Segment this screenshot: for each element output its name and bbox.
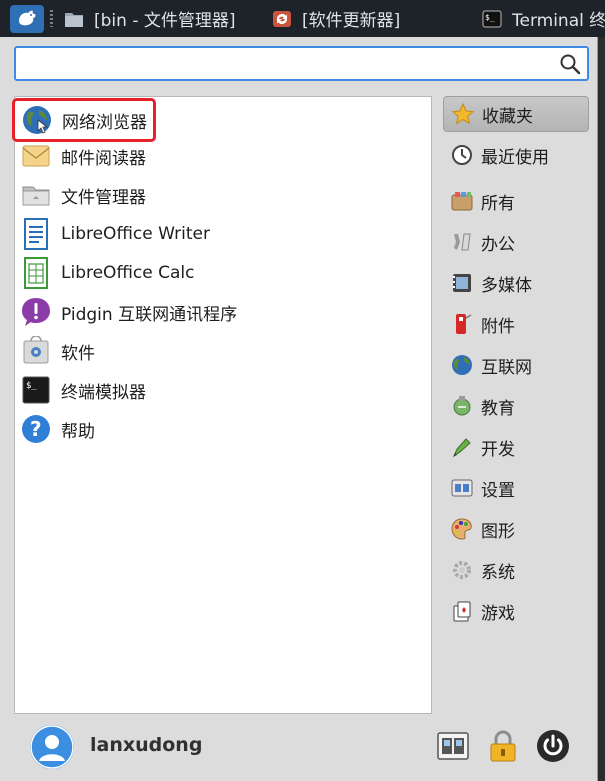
taskbar-item-label: [软件更新器] <box>302 11 401 31</box>
logout-button[interactable] <box>536 729 570 763</box>
category-label: 收藏夹 <box>482 106 533 127</box>
settings-icon <box>449 475 475 501</box>
user-icon <box>30 725 74 769</box>
background-terminal-window <box>598 37 605 781</box>
svg-text:$_: $_ <box>26 381 37 391</box>
svg-text:?: ? <box>30 417 42 441</box>
libreoffice-calc-icon <box>19 256 53 290</box>
libreoffice-writer-icon <box>19 217 53 251</box>
terminal-emulator-icon: $_ <box>19 373 53 407</box>
category-label: 办公 <box>481 234 515 255</box>
folder-icon <box>65 12 83 27</box>
clock-icon <box>449 142 475 168</box>
category-label: 附件 <box>481 316 515 337</box>
category-graphics[interactable]: 图形 <box>443 511 589 547</box>
app-list: 网络浏览器 邮件阅读器 文件管理器 LibreOffice Writer Lib… <box>12 96 432 714</box>
development-icon <box>449 434 475 460</box>
taskbar-item-file-manager[interactable]: [bin - 文件管理器] <box>64 0 236 37</box>
taskbar-item-label: [bin - 文件管理器] <box>94 11 236 31</box>
terminal-icon: $_ <box>482 10 502 27</box>
category-internet[interactable]: 互联网 <box>443 347 589 383</box>
category-label: 图形 <box>481 521 515 542</box>
search-icon <box>560 54 581 75</box>
category-label: 系统 <box>481 562 515 583</box>
software-icon <box>19 334 53 368</box>
app-item-file-manager[interactable]: 文件管理器 <box>19 177 146 213</box>
app-item-label: LibreOffice Writer <box>61 224 210 244</box>
app-item-software[interactable]: 软件 <box>19 333 95 369</box>
games-icon <box>449 598 475 624</box>
category-development[interactable]: 开发 <box>443 429 589 465</box>
settings-manager-button[interactable] <box>436 729 470 763</box>
svg-text:$_: $_ <box>485 13 495 22</box>
all-apps-icon <box>449 188 475 214</box>
mail-reader-icon <box>19 139 53 173</box>
menu-footer: lanxudong <box>0 721 597 781</box>
category-label: 开发 <box>481 439 515 460</box>
app-item-label: 软件 <box>61 343 95 364</box>
category-office[interactable]: 办公 <box>443 224 589 260</box>
settings-manager-icon <box>437 732 469 760</box>
taskbar-item-label: Terminal 终 <box>512 11 605 31</box>
category-games[interactable]: 游戏 <box>443 593 589 629</box>
help-icon: ? <box>19 412 53 446</box>
application-menu: 网络浏览器 邮件阅读器 文件管理器 LibreOffice Writer Lib… <box>0 37 598 781</box>
app-item-label: 网络浏览器 <box>62 112 147 133</box>
category-label: 所有 <box>481 193 515 214</box>
power-icon <box>537 730 569 762</box>
system-icon <box>449 557 475 583</box>
taskbar-item-terminal[interactable]: $_ Terminal 终 <box>482 0 605 37</box>
pidgin-icon <box>19 295 53 329</box>
xfce-mouse-icon <box>19 10 36 26</box>
search-input[interactable] <box>24 52 548 78</box>
category-settings[interactable]: 设置 <box>443 470 589 506</box>
multimedia-icon <box>449 270 475 296</box>
app-item-label: 帮助 <box>61 421 95 442</box>
category-label: 教育 <box>481 398 515 419</box>
whisker-menu-button[interactable] <box>10 5 44 33</box>
app-item-label: 终端模拟器 <box>61 382 146 403</box>
file-manager-icon <box>19 178 53 212</box>
app-item-mail-reader[interactable]: 邮件阅读器 <box>19 138 146 174</box>
top-panel: [bin - 文件管理器] [软件更新器] $_ Terminal 终 <box>0 0 605 37</box>
office-icon <box>449 229 475 255</box>
app-item-label: Pidgin 互联网通讯程序 <box>61 304 238 325</box>
category-label: 互联网 <box>481 357 532 378</box>
app-item-web-browser[interactable]: 网络浏览器 <box>12 98 156 142</box>
app-item-terminal-emulator[interactable]: $_ 终端模拟器 <box>19 372 146 408</box>
web-browser-icon <box>20 103 54 137</box>
lock-icon <box>490 730 516 762</box>
category-education[interactable]: 教育 <box>443 388 589 424</box>
category-favorites[interactable]: 收藏夹 <box>443 96 589 132</box>
app-item-label: 文件管理器 <box>61 187 146 208</box>
username: lanxudong <box>90 734 203 756</box>
category-label: 游戏 <box>481 603 515 624</box>
software-updater-icon <box>273 10 291 27</box>
app-item-libreoffice-calc[interactable]: LibreOffice Calc <box>19 255 194 291</box>
search-box <box>14 46 589 81</box>
category-label: 最近使用 <box>481 147 549 168</box>
taskbar-item-software-updater[interactable]: [软件更新器] <box>272 0 400 37</box>
category-accessories[interactable]: 附件 <box>443 306 589 342</box>
category-recent[interactable]: 最近使用 <box>443 137 589 173</box>
internet-icon <box>449 352 475 378</box>
lock-screen-button[interactable] <box>486 729 520 763</box>
category-multimedia[interactable]: 多媒体 <box>443 265 589 301</box>
panel-separator <box>50 10 53 27</box>
app-item-label: LibreOffice Calc <box>61 263 195 283</box>
education-icon <box>449 393 475 419</box>
category-label: 多媒体 <box>481 275 532 296</box>
accessories-icon <box>449 311 475 337</box>
app-item-label: 邮件阅读器 <box>61 148 146 169</box>
app-item-libreoffice-writer[interactable]: LibreOffice Writer <box>19 216 210 252</box>
category-system[interactable]: 系统 <box>443 552 589 588</box>
app-item-help[interactable]: ? 帮助 <box>19 411 95 447</box>
avatar[interactable] <box>30 725 74 769</box>
graphics-icon <box>449 516 475 542</box>
category-all[interactable]: 所有 <box>443 183 589 219</box>
category-label: 设置 <box>481 480 515 501</box>
star-icon <box>450 101 476 127</box>
app-item-pidgin[interactable]: Pidgin 互联网通讯程序 <box>19 294 237 330</box>
